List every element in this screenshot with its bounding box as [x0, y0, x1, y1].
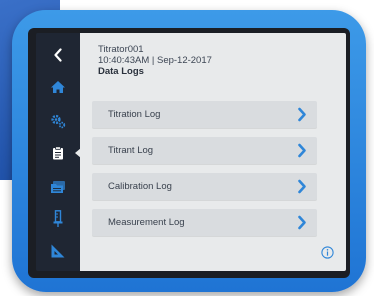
- back-button[interactable]: [36, 43, 80, 67]
- calibration-log-button[interactable]: Calibration Log: [92, 173, 317, 200]
- files-button[interactable]: [36, 175, 80, 199]
- home-icon: [51, 81, 65, 93]
- burette-icon: [53, 210, 63, 227]
- chevron-right-icon: [298, 215, 306, 230]
- menu-item-label: Titrant Log: [108, 145, 154, 156]
- sidebar: [36, 33, 81, 271]
- chevron-left-icon: [54, 48, 62, 62]
- burette-button[interactable]: [36, 207, 80, 231]
- chevron-right-icon: [298, 143, 306, 158]
- chevron-right-icon: [298, 179, 306, 194]
- data-logs-button[interactable]: [36, 141, 81, 165]
- data-logs-panel: Titrator001 10:40:43AM | Sep-12-2017 Dat…: [80, 33, 346, 271]
- titration-log-button[interactable]: Titration Log: [92, 101, 317, 128]
- folders-icon: [51, 181, 65, 193]
- calibration-button[interactable]: [36, 239, 80, 263]
- measurement-log-button[interactable]: Measurement Log: [92, 209, 317, 236]
- clipboard-icon: [53, 146, 63, 160]
- gears-icon: [51, 114, 66, 129]
- titrant-log-button[interactable]: Titrant Log: [92, 137, 317, 164]
- menu-item-label: Calibration Log: [108, 181, 172, 192]
- info-icon[interactable]: [321, 246, 334, 259]
- page-title: Data Logs: [98, 66, 144, 77]
- menu-item-label: Measurement Log: [108, 217, 185, 228]
- timestamp: 10:40:43AM | Sep-12-2017: [98, 55, 212, 66]
- settings-button[interactable]: [36, 109, 80, 133]
- chevron-right-icon: [298, 107, 306, 122]
- menu-item-label: Titration Log: [108, 109, 161, 120]
- device-name: Titrator001: [98, 44, 144, 55]
- home-button[interactable]: [36, 75, 80, 99]
- ruler-triangle-icon: [51, 244, 65, 258]
- touch-screen: Titrator001 10:40:43AM | Sep-12-2017 Dat…: [36, 33, 346, 271]
